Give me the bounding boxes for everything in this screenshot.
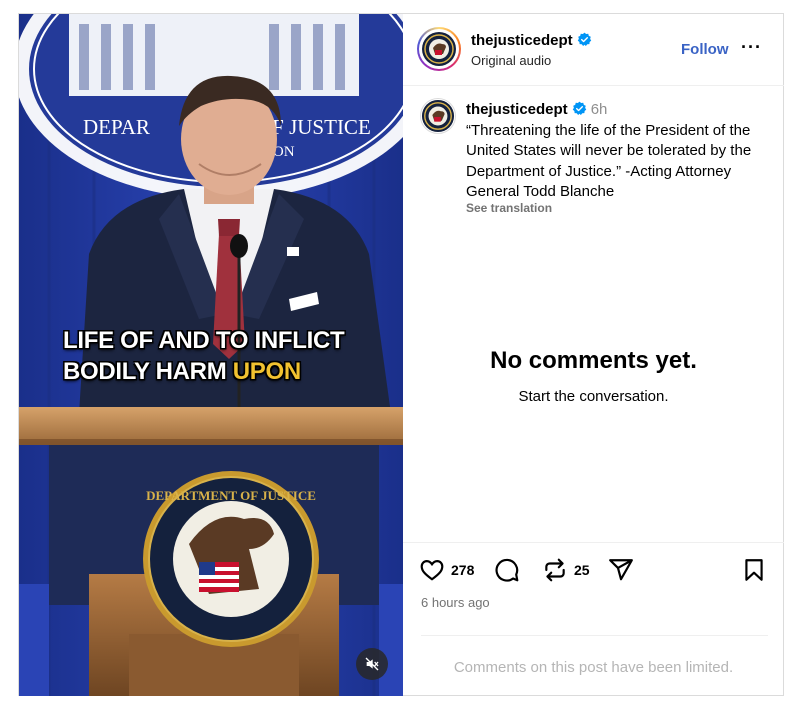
video-subtitle-line-2: BODILY HARM UPON xyxy=(63,358,301,386)
caption-text-block: thejusticedept 6h “Threatening the life o… xyxy=(466,100,766,203)
subtitle-highlight: UPON xyxy=(232,358,301,385)
like-count[interactable]: 278 xyxy=(451,562,474,578)
doj-seal: DEPARTMENT OF JUSTICE xyxy=(143,471,319,647)
doj-seal-icon xyxy=(422,32,456,66)
divider xyxy=(403,542,784,543)
caption-body: “Threatening the life of the President o… xyxy=(466,121,752,201)
like-button[interactable]: 278 xyxy=(419,557,474,583)
repost-button[interactable]: 25 xyxy=(542,557,590,583)
video-frame: DEPAR OF JUSTICE TON DEPARTMENT OF JUSTI… xyxy=(19,14,403,696)
bookmark-icon xyxy=(745,559,763,581)
comments-limited-notice: Comments on this post have been limited. xyxy=(453,659,734,676)
seal-text: DEPARTMENT OF JUSTICE xyxy=(146,488,316,503)
see-translation-link[interactable]: See translation xyxy=(466,201,552,215)
story-ring[interactable] xyxy=(417,27,461,71)
no-comments-subtitle: Start the conversation. xyxy=(518,388,669,405)
doj-seal-icon xyxy=(421,99,455,133)
verified-badge-icon xyxy=(577,32,591,46)
repost-icon xyxy=(545,558,565,582)
post-side-panel: thejusticedept Original audio Follow ···… xyxy=(403,14,784,696)
divider xyxy=(421,635,768,636)
share-button[interactable] xyxy=(608,557,634,583)
verified-badge-icon xyxy=(572,101,586,115)
heart-icon xyxy=(420,560,444,581)
header-username[interactable]: thejusticedept xyxy=(471,32,592,49)
action-bar: 278 25 xyxy=(419,557,769,587)
comment-button[interactable] xyxy=(494,557,520,583)
caption-username[interactable]: thejusticedept xyxy=(466,101,568,118)
send-icon xyxy=(609,559,633,581)
backdrop-text-left: DEPAR xyxy=(83,115,150,139)
speaker-muted-icon xyxy=(365,657,379,671)
follow-button[interactable]: Follow xyxy=(681,41,729,58)
caption-time-ago[interactable]: 6h xyxy=(591,101,608,118)
mute-button[interactable] xyxy=(356,648,388,680)
no-comments-title: No comments yet. xyxy=(490,347,697,374)
username-text[interactable]: thejusticedept xyxy=(471,32,573,49)
more-options-icon[interactable]: ··· xyxy=(741,37,762,58)
post-header: thejusticedept Original audio Follow ··· xyxy=(403,14,784,86)
original-audio-link[interactable]: Original audio xyxy=(471,53,551,68)
post-dialog: DEPAR OF JUSTICE TON DEPARTMENT OF JUSTI… xyxy=(18,13,784,696)
repost-count[interactable]: 25 xyxy=(574,562,590,578)
save-button[interactable] xyxy=(741,557,767,583)
video-subtitle-line-1: LIFE OF AND TO INFLICT xyxy=(63,327,345,354)
avatar[interactable] xyxy=(421,31,457,67)
caption-avatar[interactable] xyxy=(420,98,456,134)
video-player[interactable]: DEPAR OF JUSTICE TON DEPARTMENT OF JUSTI… xyxy=(19,14,403,696)
post-timestamp[interactable]: 6 hours ago xyxy=(421,595,490,610)
comment-icon xyxy=(495,558,519,582)
subtitle-text: BODILY HARM xyxy=(63,358,233,385)
